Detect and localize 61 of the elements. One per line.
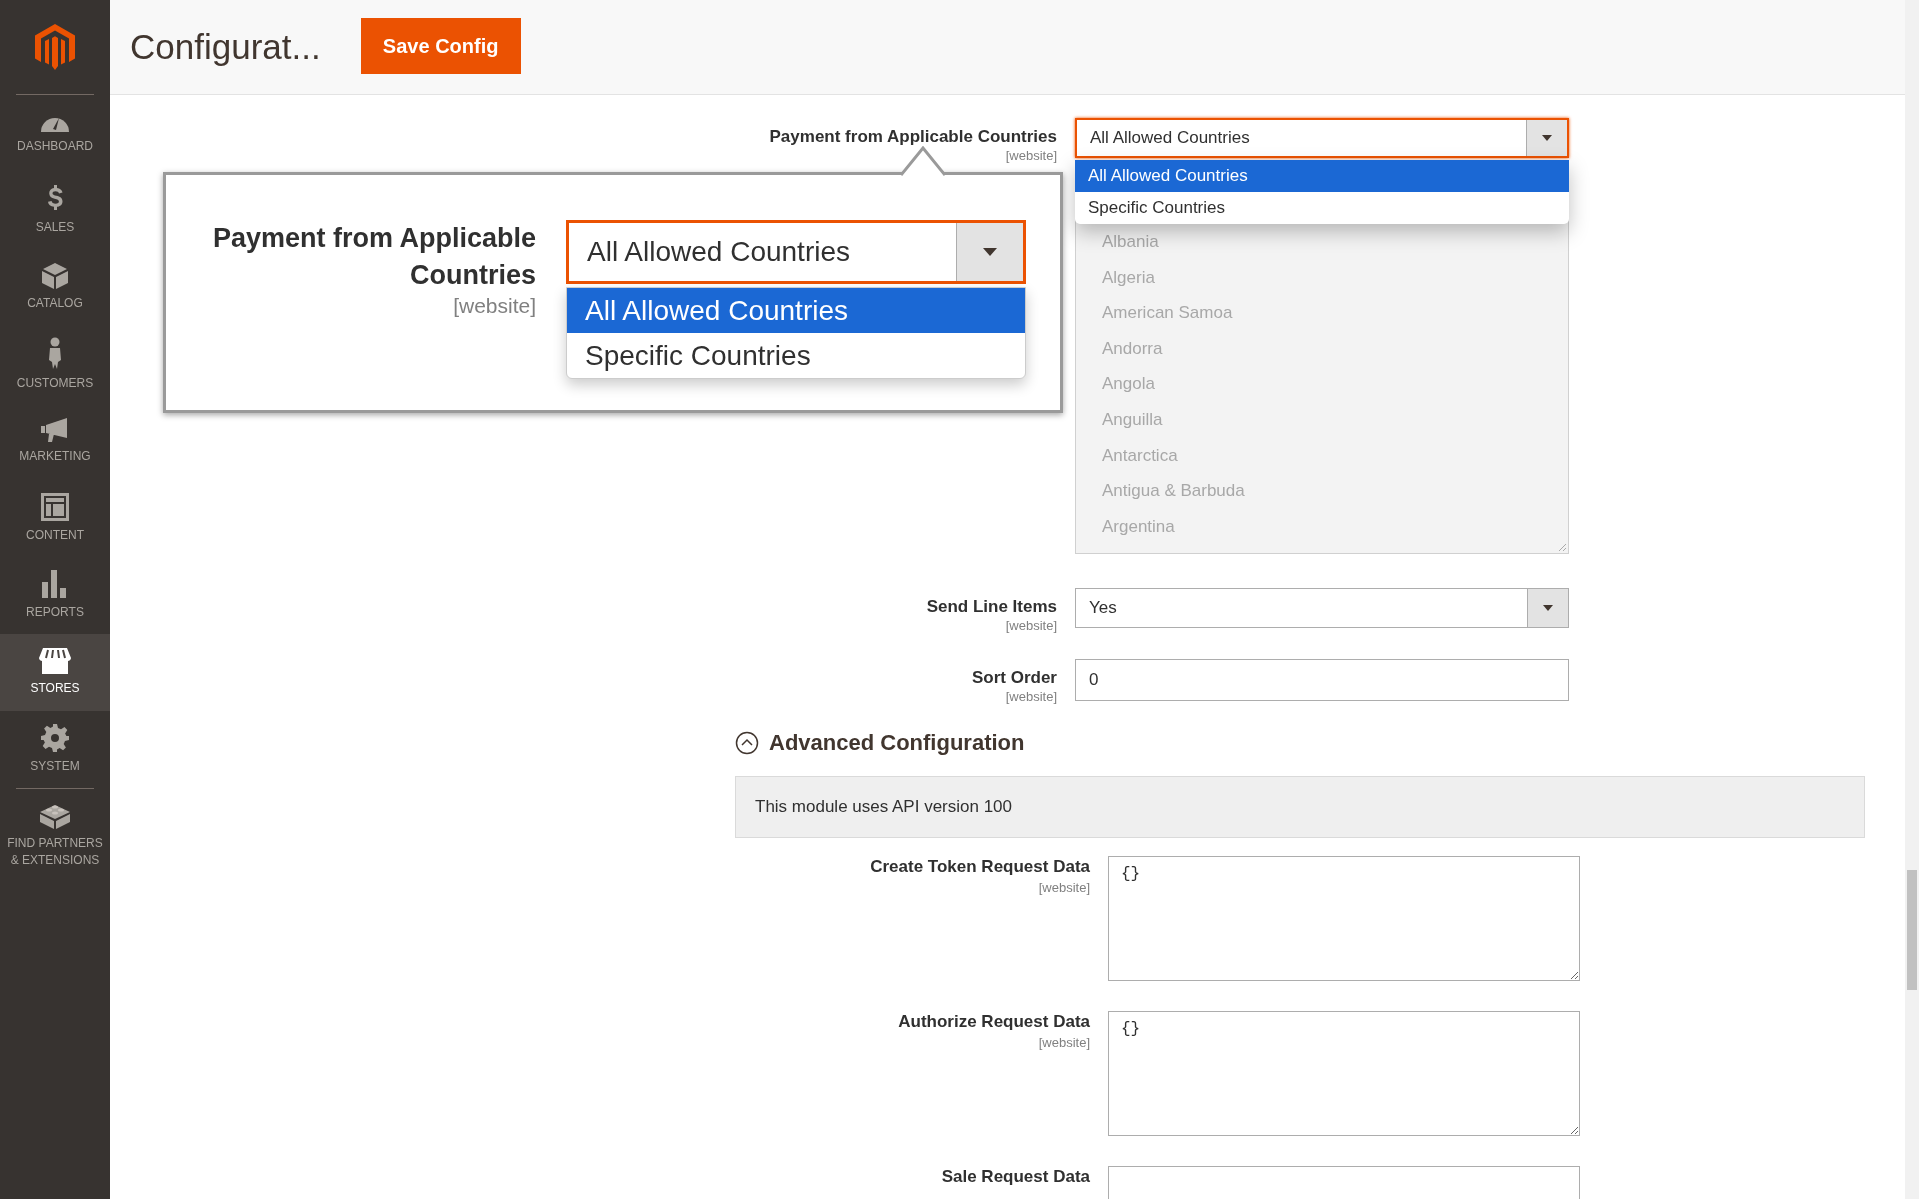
layout-icon <box>41 493 69 521</box>
caret-icon <box>1543 605 1553 611</box>
select-field[interactable]: Yes <box>1075 588 1569 628</box>
box-icon <box>42 263 68 289</box>
list-item: Argentina <box>1102 515 1176 538</box>
sidebar-item[interactable]: SALES <box>0 172 110 249</box>
scope-label: [website] <box>1038 1034 1090 1052</box>
sidebar-item[interactable]: MARKETING <box>0 403 110 480</box>
list-item: Antigua & Barbuda <box>1102 480 1246 503</box>
storefront-icon <box>39 648 71 674</box>
sidebar-item[interactable]: DASHBOARD <box>0 95 110 172</box>
list-item: Albania <box>1102 231 1160 253</box>
logo-icon[interactable] <box>35 24 75 70</box>
sidebar-item[interactable]: CATALOG <box>0 249 110 326</box>
megaphone-icon <box>41 418 69 442</box>
list-item: American Samoa <box>1102 302 1234 325</box>
caret-icon <box>983 248 997 256</box>
caret-icon <box>1542 135 1552 141</box>
field-label: Create Token Request Data <box>870 857 1090 877</box>
list-item: Angola <box>1102 373 1156 396</box>
field-label: Sale Request Data <box>941 1167 1090 1187</box>
gear-icon <box>41 724 69 752</box>
scope-label: [website] <box>1005 148 1057 163</box>
dollar-icon <box>45 185 65 213</box>
sidebar-item[interactable]: STORES <box>0 634 110 711</box>
page-title: Configurat... <box>130 27 321 67</box>
sidebar-item[interactable]: SYSTEM <box>0 711 110 788</box>
section-toggle[interactable]: Advanced Configuration <box>735 726 1025 760</box>
scrollbar[interactable] <box>1905 0 1919 1199</box>
dropdown-option[interactable]: Specific Countries <box>1075 192 1569 224</box>
sidebar-item[interactable]: CUSTOMERS <box>0 326 110 403</box>
select-field[interactable]: All Allowed Countries <box>1075 118 1569 158</box>
list-item: Anguilla <box>1102 408 1164 431</box>
list-item: Andorra <box>1102 337 1164 360</box>
sidebar-item[interactable]: FIND PARTNERS & EXTENSIONS <box>0 789 110 881</box>
sidebar-item[interactable]: REPORTS <box>0 557 110 634</box>
scope-label: [website] <box>1005 618 1057 633</box>
select-field[interactable]: All Allowed Countries <box>566 220 1026 284</box>
save-config-button[interactable]: Save Config <box>360 18 521 74</box>
scope-label: [website] <box>1038 879 1090 897</box>
resize-handle-icon <box>1558 543 1566 551</box>
dropdown-option[interactable]: All Allowed Countries <box>1075 160 1569 192</box>
field-label: Sort Order <box>971 668 1057 688</box>
textarea-field[interactable]: {} <box>1108 856 1580 981</box>
field-label: Payment from Applicable Countries <box>769 127 1057 147</box>
scope-label: [website] <box>453 294 536 318</box>
textarea-field[interactable]: {} <box>1108 1011 1580 1136</box>
field-label: Authorize Request Data <box>898 1012 1090 1032</box>
chevron-circle-icon <box>735 731 759 755</box>
sidebar-item[interactable]: CONTENT <box>0 480 110 557</box>
dropdown-option[interactable]: All Allowed Countries <box>567 288 1025 333</box>
bar-chart-icon <box>42 570 68 598</box>
input-field[interactable]: 0 <box>1075 659 1569 701</box>
info-note: This module uses API version 100 <box>735 776 1865 838</box>
scope-label: [website] <box>1005 689 1057 704</box>
person-icon <box>47 337 63 369</box>
field-label: Send Line Items <box>926 597 1057 617</box>
list-item: Antarctica <box>1102 444 1179 467</box>
list-item: Algeria <box>1102 266 1156 289</box>
dropdown-option[interactable]: Specific Countries <box>567 333 1025 378</box>
field-label: Payment from Applicable Countries <box>211 222 536 292</box>
